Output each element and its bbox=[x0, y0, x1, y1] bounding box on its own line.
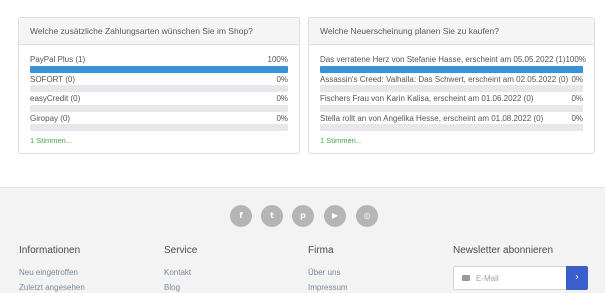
poll-option[interactable]: Giropay (0) 0% bbox=[30, 114, 288, 134]
newsletter-form: › bbox=[453, 266, 588, 290]
poll-option[interactable]: Assassin's Creed: Valhalla: Das Schwert,… bbox=[320, 75, 583, 95]
footer-link-neu-eingetroffen[interactable]: Neu eingetroffen bbox=[19, 268, 78, 277]
poll-option-percent: 0% bbox=[571, 74, 583, 84]
newsletter-title: Newsletter abonnieren bbox=[453, 245, 554, 256]
poll-option[interactable]: SOFORT (0) 0% bbox=[30, 75, 288, 95]
footer: f t p ▶ ◎ Informationen Neu eingetroffen… bbox=[0, 187, 605, 293]
footer-link-blog[interactable]: Blog bbox=[164, 283, 180, 292]
poll-option-label: easyCredit (0) bbox=[30, 94, 81, 103]
poll-option[interactable]: PayPal Plus (1) 100% bbox=[30, 55, 288, 75]
poll-bar-track bbox=[320, 124, 583, 131]
poll-options: Das verratene Herz von Stefanie Hasse, e… bbox=[320, 55, 586, 145]
poll-card-payment-methods: Welche zusätzliche Zahlungsarten wünsche… bbox=[18, 17, 300, 154]
poll-bar-track bbox=[30, 85, 288, 92]
poll-option-percent: 0% bbox=[276, 94, 288, 103]
poll-option[interactable]: easyCredit (0) 0% bbox=[30, 94, 288, 114]
poll-bar-track bbox=[320, 104, 583, 112]
poll-option[interactable]: Stella rollt an von Angelika Hesse, ersc… bbox=[320, 114, 583, 134]
poll-option[interactable]: Das verratene Herz von Stefanie Hasse, e… bbox=[320, 55, 586, 75]
pinterest-icon[interactable]: p bbox=[292, 205, 314, 227]
poll-option-label: Stella rollt an von Angelika Hesse, ersc… bbox=[320, 113, 544, 123]
poll-option-label: Das verratene Herz von Stefanie Hasse, e… bbox=[320, 55, 566, 64]
poll-option-percent: 0% bbox=[276, 74, 288, 84]
social-links: f t p ▶ ◎ bbox=[0, 205, 605, 227]
poll-option[interactable]: Fischers Frau von Karin Kalisa, erschein… bbox=[320, 94, 583, 114]
footer-link-zuletzt-angesehen[interactable]: Zuletzt angesehen bbox=[19, 283, 85, 292]
poll-bar-track bbox=[30, 124, 288, 131]
twitter-icon[interactable]: t bbox=[261, 205, 283, 227]
chevron-right-icon: › bbox=[575, 272, 579, 283]
poll-option-label: Giropay (0) bbox=[30, 113, 71, 123]
youtube-icon[interactable]: ▶ bbox=[324, 205, 346, 227]
email-field[interactable] bbox=[476, 267, 566, 289]
facebook-icon[interactable]: f bbox=[230, 205, 252, 227]
footer-link-ueber-uns[interactable]: Über uns bbox=[308, 268, 340, 277]
poll-option-label: Assassin's Creed: Valhalla: Das Schwert,… bbox=[320, 74, 569, 84]
poll-bar-track bbox=[30, 65, 288, 73]
poll-bar-fill bbox=[30, 65, 288, 73]
poll-option-percent: 100% bbox=[565, 55, 586, 64]
poll-question: Welche zusätzliche Zahlungsarten wünsche… bbox=[19, 18, 299, 45]
votes-link[interactable]: 1 Stimmen... bbox=[320, 136, 583, 145]
poll-option-label: PayPal Plus (1) bbox=[30, 55, 86, 64]
poll-option-percent: 0% bbox=[571, 94, 583, 103]
poll-option-percent: 100% bbox=[267, 55, 288, 64]
footer-link-kontakt[interactable]: Kontakt bbox=[164, 268, 191, 277]
votes-link[interactable]: 1 Stimmen... bbox=[30, 136, 288, 145]
footer-link-impressum[interactable]: Impressum bbox=[308, 283, 348, 292]
poll-options: PayPal Plus (1) 100% SOFORT (0) 0% easyCre… bbox=[30, 55, 288, 145]
footer-title-service: Service bbox=[164, 245, 198, 256]
poll-option-percent: 0% bbox=[276, 113, 288, 123]
poll-option-percent: 0% bbox=[571, 113, 583, 123]
poll-option-label: SOFORT (0) bbox=[30, 74, 76, 84]
newsletter-submit-button[interactable]: › bbox=[566, 266, 588, 290]
poll-bar-track bbox=[320, 85, 583, 92]
footer-title-firma: Firma bbox=[308, 245, 334, 256]
instagram-icon[interactable]: ◎ bbox=[356, 205, 378, 227]
poll-option-label: Fischers Frau von Karin Kalisa, erschein… bbox=[320, 94, 534, 103]
polls-section: Welche zusätzliche Zahlungsarten wünsche… bbox=[18, 17, 595, 154]
poll-bar-track bbox=[30, 104, 288, 112]
poll-bar-fill bbox=[320, 65, 583, 73]
footer-title-informationen: Informationen bbox=[19, 245, 81, 256]
email-field-wrapper bbox=[453, 266, 567, 290]
poll-bar-track bbox=[320, 65, 583, 73]
poll-question: Welche Neuerscheinung planen Sie zu kauf… bbox=[309, 18, 594, 45]
envelope-icon bbox=[462, 275, 470, 281]
poll-card-new-releases: Welche Neuerscheinung planen Sie zu kauf… bbox=[308, 17, 595, 154]
